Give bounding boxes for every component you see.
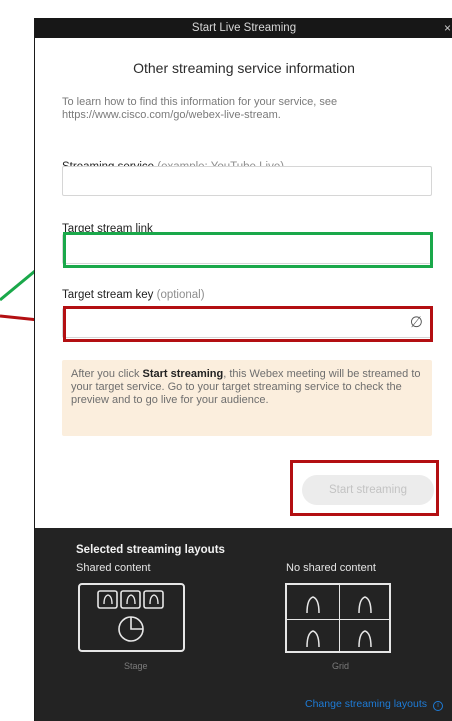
highlight-target-stream-key [63,306,433,342]
close-icon[interactable]: × [444,18,451,38]
info-icon[interactable]: i [433,701,443,711]
screenshot-canvas: Start Live Streaming × Other streaming s… [0,0,452,721]
highlight-target-stream-link [63,232,433,268]
layouts-title: Selected streaming layouts [76,544,225,556]
start-live-streaming-window: Start Live Streaming × Other streaming s… [34,18,452,721]
grid-divider-horizontal [287,619,389,620]
stage-layout-thumbnail [78,583,185,652]
streaming-notice: After you click Start streaming, this We… [62,360,432,436]
highlight-start-streaming [290,460,439,516]
change-layouts-link-text[interactable]: Change streaming layouts [305,698,427,710]
help-description: To learn how to find this information fo… [62,96,338,121]
dialog-subtitle: Other streaming service information [133,60,355,76]
streaming-layouts-panel: Selected streaming layouts Shared conten… [35,528,452,721]
shared-content-label: Shared content [76,562,151,574]
grid-layout-thumbnail [285,583,391,653]
grid-divider-vertical [339,585,340,651]
change-streaming-layouts-link[interactable]: Change streaming layouts i [305,698,443,711]
streaming-service-field[interactable] [62,166,432,196]
target-stream-key-label: Target stream key (optional) [62,289,205,301]
target-stream-key-hint: (optional) [156,289,205,301]
stage-caption: Stage [124,661,148,671]
notice-text-bold: Start streaming [142,368,224,380]
no-shared-content-label: No shared content [286,562,376,574]
window-title: Start Live Streaming [191,22,297,34]
streaming-service-input[interactable] [63,167,431,195]
grid-caption: Grid [332,661,350,671]
grid-layout-icon [306,596,372,648]
target-stream-key-label-text: Target stream key [62,289,154,301]
window-titlebar: Start Live Streaming × [35,18,452,38]
notice-text-before: After you click [71,368,143,380]
stage-layout-icon [97,590,164,642]
